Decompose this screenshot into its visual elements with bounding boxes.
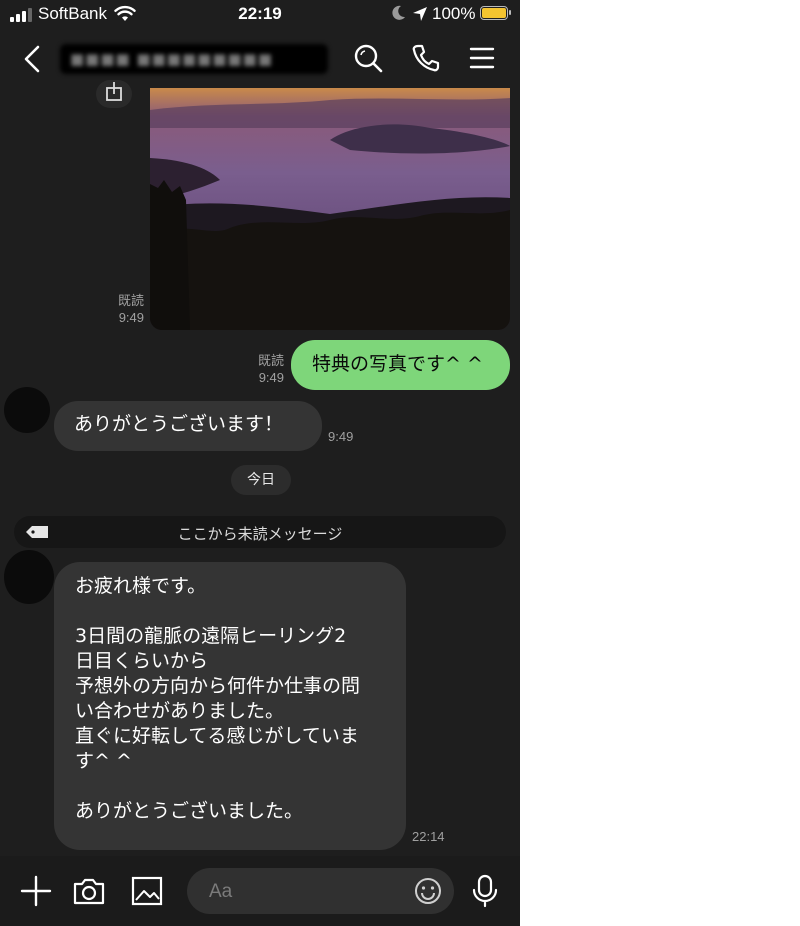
read-receipt: 既読 (257, 353, 284, 368)
received-message-bubble[interactable]: お疲れ様です。 3日間の龍脈の遠隔ヒーリング2 日目くらいから 予想外の方向から… (54, 562, 406, 850)
phone-icon[interactable] (410, 42, 442, 74)
camera-icon[interactable] (72, 874, 106, 908)
chat-screen: SoftBank 22:19 100% ■■■■ ■■■■■■■■■ 既読 9:… (0, 0, 520, 926)
menu-icon[interactable] (466, 42, 498, 74)
chat-header: ■■■■ ■■■■■■■■■ (0, 30, 520, 86)
message-time: 9:49 (328, 429, 354, 444)
back-chevron-icon[interactable] (18, 44, 48, 74)
message-time: 22:14 (412, 829, 445, 844)
message-textbox[interactable] (187, 868, 454, 914)
message-time: 9:49 (258, 370, 284, 385)
message-time: 9:49 (118, 310, 144, 325)
message-input[interactable] (207, 878, 401, 906)
sent-meta: 既読 9:49 (240, 352, 284, 386)
status-bar: SoftBank 22:19 100% (0, 0, 520, 30)
avatar[interactable] (4, 550, 54, 604)
battery-percent: 100% (432, 4, 476, 23)
plus-icon[interactable] (19, 874, 53, 908)
emoji-icon[interactable] (413, 876, 443, 906)
share-icon (106, 82, 122, 101)
do-not-disturb-moon-icon (392, 5, 405, 20)
sent-message-bubble[interactable]: 特典の写真です^ ^ (291, 340, 510, 390)
unread-divider-label: ここから未読メッセージ (177, 525, 343, 543)
photo-meta: 既読 9:49 (100, 292, 144, 326)
chat-title-redacted[interactable]: ■■■■ ■■■■■■■■■ (60, 44, 328, 74)
avatar[interactable] (4, 387, 50, 433)
date-divider: 今日 (231, 465, 291, 495)
image-icon[interactable] (130, 874, 164, 908)
sunset-lake-photo[interactable] (150, 88, 510, 330)
location-arrow-icon (413, 7, 427, 21)
battery-icon (480, 6, 511, 20)
microphone-icon[interactable] (468, 874, 502, 908)
search-icon[interactable] (352, 42, 384, 74)
share-button[interactable] (96, 80, 132, 108)
unread-divider: ここから未読メッセージ (14, 516, 506, 548)
read-receipt: 既読 (117, 293, 144, 308)
received-message-bubble[interactable]: ありがとうございます！ (54, 401, 322, 451)
message-input-bar (0, 856, 520, 926)
chat-title-text: ■■■■ ■■■■■■■■■ (70, 50, 274, 68)
